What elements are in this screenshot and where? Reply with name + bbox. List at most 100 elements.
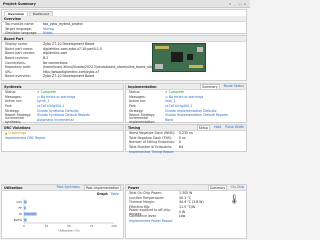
- maximize-icon[interactable]: □: [238, 2, 242, 6]
- info-row: Active run: synth_1: [2, 99, 123, 104]
- minimize-icon[interactable]: _: [233, 2, 237, 6]
- row-value: http://www.digilentinc.com/zybo-z7: [43, 70, 246, 74]
- tab-dashboard[interactable]: Dashboard: [28, 11, 54, 16]
- utilization-title: Utilization: [4, 185, 23, 190]
- help-icon[interactable]: ?: [228, 2, 232, 6]
- row-value: B.2: [43, 56, 246, 60]
- info-row: Connections: No connections: [2, 60, 246, 65]
- row-value-link[interactable]: synth_1: [37, 99, 123, 103]
- utilization-bar[interactable]: [24, 200, 27, 204]
- row-value-text: None: [165, 117, 174, 122]
- row-value-text: Zybo Z7-10 Development Board: [43, 42, 95, 47]
- row-label: Total Negative Slack (TNS):: [129, 135, 173, 140]
- row-value-link[interactable]: Vivado Synthesis Defaults: [37, 109, 123, 113]
- row-value-text: Vivado Synthesis Default Reports: [37, 113, 91, 118]
- drc-link-row: Implemented DRC Report: [2, 136, 123, 141]
- tab-setup[interactable]: Setup: [196, 124, 211, 131]
- tab-hold[interactable]: Hold: [214, 125, 221, 131]
- drc-panel: DRC Violations ▲ 0 warnings Implemented …: [1, 124, 124, 152]
- row-value-link[interactable]: None: [165, 118, 246, 122]
- utilization-bar[interactable]: [24, 206, 26, 210]
- row-value: ✔Complete: [165, 90, 246, 94]
- row-label: Board part name:: [5, 46, 34, 51]
- utilization-bar[interactable]: [24, 218, 27, 222]
- graph-toggle[interactable]: Graph: [97, 192, 108, 196]
- power-report-link[interactable]: Implemented Power Report: [129, 219, 172, 223]
- power-link-row: Implemented Power Report: [126, 219, 246, 224]
- timing-report-link[interactable]: Implemented Timing Report: [129, 150, 174, 154]
- row-value-link[interactable]: Automatic Incremental: [37, 118, 123, 122]
- row-value-text: Vivado Implementation Default Reports: [165, 113, 229, 118]
- drc-summary[interactable]: 0 warnings: [8, 131, 25, 135]
- row-value-link[interactable]: Vivado Synthesis Default Reports: [37, 113, 123, 117]
- timing-panel: Timing Setup Hold Pulse Width Worst Nega…: [125, 124, 247, 154]
- value: top_zybo_mytest_project: [43, 22, 83, 27]
- tab-impl-summary[interactable]: Summary: [200, 83, 220, 90]
- drc-report-link[interactable]: Implemented DRC Report: [5, 136, 46, 140]
- overview-row: Top module name: top_zybo_mytest_project: [2, 22, 246, 27]
- row-label: Board part vendor:: [5, 51, 36, 56]
- board-image: [152, 43, 206, 72]
- close-icon[interactable]: ×: [243, 2, 247, 6]
- row-label: Messages:: [5, 94, 22, 99]
- row-label: Incremental implementation:: [129, 115, 156, 124]
- target-language-link[interactable]: Verilog: [43, 27, 246, 31]
- info-row: Messages: ◷No errors or warnings: [126, 95, 246, 100]
- row-value-text: Automatic Incremental: [37, 117, 74, 122]
- info-row: Repository path: /home/user/.Xilinx/Vivad…: [2, 65, 246, 70]
- row-value-link[interactable]: ◷No errors or warnings: [37, 95, 123, 99]
- row-value-text: No errors or warnings: [168, 94, 204, 99]
- x-tick-label: 100: [111, 224, 117, 228]
- info-row: URL: http://www.digilentinc.com/zybo-z7: [2, 70, 246, 75]
- row-value-link[interactable]: impl_1: [165, 99, 246, 103]
- x-tick-label: 25: [45, 224, 49, 228]
- row-label: Display name:: [5, 42, 28, 47]
- board-panel: Board Part Display name: Zybo Z7-10 Devel…: [1, 35, 247, 81]
- info-row: Incremental synthesis: Automatic Incremen…: [2, 116, 123, 124]
- row-value-text: Vivado Synthesis Defaults: [37, 108, 79, 113]
- info-row: Power supplied to off-chip devices: 0 W: [126, 208, 246, 216]
- row-label: Board revision:: [5, 56, 29, 61]
- timing-link-row: Implemented Timing Report: [126, 149, 246, 154]
- row-value-link[interactable]: ◷No errors or warnings: [165, 95, 246, 99]
- table-toggle[interactable]: Table: [111, 192, 119, 196]
- warning-icon: ▲: [5, 131, 8, 136]
- tab-pulse-width[interactable]: Pulse Width: [225, 125, 244, 131]
- label: Top module name:: [5, 22, 35, 27]
- row-value-text: 0: [179, 140, 182, 145]
- synthesis-title: Synthesis: [4, 84, 22, 89]
- implementation-panel: Implementation Summary Route Status Stat…: [125, 83, 247, 124]
- info-row: Status: ✔Complete: [2, 90, 123, 95]
- row-value-link[interactable]: xc7z010clg400-1: [165, 104, 246, 108]
- tab-on-chip[interactable]: On-Chip: [231, 185, 244, 191]
- row-label: Board overview:: [5, 74, 31, 79]
- row-label: Junction Temperature:: [129, 195, 165, 200]
- tab-power-summary[interactable]: Summary: [207, 184, 228, 191]
- bar-label: BUFG: [14, 218, 23, 222]
- info-row: Board overview: Zybo Z7-10 Development Bo…: [2, 74, 246, 79]
- row-value-link[interactable]: Vivado Implementation Defaults: [165, 109, 246, 113]
- tab-post-synthesis[interactable]: Post-Synthesis: [57, 185, 80, 191]
- row-value-text: No connections: [43, 60, 68, 65]
- row-value-text: 44.9 °C (3.8 W): [179, 200, 204, 205]
- tab-overview[interactable]: Overview: [4, 11, 28, 16]
- row-value-text: digilentinc.com: [43, 51, 68, 56]
- row-value: /home/user/.Xilinx/Vivado/2022.2/xhub/bo…: [43, 65, 246, 69]
- row-value: 11.5 °C/W: [179, 205, 246, 209]
- row-value-link[interactable]: Vivado Implementation Default Reports: [165, 113, 246, 117]
- label: Target language:: [5, 26, 32, 31]
- utilization-chart: 0 25 50 75 100 LUT FF IO BUFG Utilization (%): [14, 199, 117, 233]
- row-value-text: 11.5 °C/W: [179, 205, 196, 210]
- tab-post-implementation[interactable]: Post-Implementation: [83, 184, 121, 191]
- utilization-bar[interactable]: [24, 212, 37, 216]
- row-value: ✔Complete: [37, 90, 123, 94]
- row-value-link[interactable]: xc7z010clg400-1: [37, 104, 123, 108]
- row-value-text: Low: [179, 214, 186, 219]
- tab-route-status[interactable]: Route Status: [224, 84, 244, 90]
- row-value-text: /home/user/.Xilinx/Vivado/2022.2/xhub/bo…: [43, 65, 156, 70]
- info-row: Board part name: digilentinc.com:zybo-z7-…: [2, 47, 246, 52]
- row-value-text: 0 ns: [179, 135, 186, 140]
- row-value-text: xc7z010clg400-1: [37, 104, 65, 109]
- row-label: Active run:: [5, 99, 23, 104]
- info-row: Worst Negative Slack (WNS): 5.235 ns: [126, 131, 246, 136]
